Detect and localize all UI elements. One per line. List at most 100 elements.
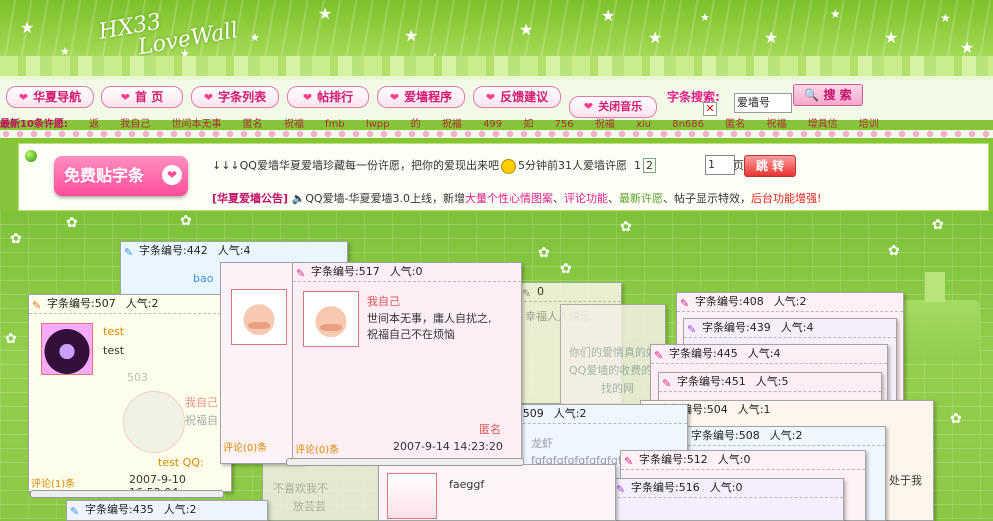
search-icon: 🔍: [804, 88, 820, 102]
nav-home[interactable]: ❤ 首 页: [101, 86, 183, 108]
star-icon: ★: [20, 18, 35, 37]
note-footer: test QQ:: [158, 456, 204, 469]
ticker-label: 最新10条许愿:: [0, 119, 68, 130]
page-unit: 页: [733, 159, 744, 172]
green-dot-icon: [25, 150, 37, 162]
nav-label: 帖排行: [317, 90, 354, 104]
ticker-item[interactable]: 祝福: [595, 119, 615, 130]
flower-icon: ✿: [932, 217, 944, 233]
id-prefix: 字条编号:: [695, 295, 743, 308]
perfume-avatar: [41, 323, 93, 375]
ticker-item[interactable]: lwpp: [366, 119, 390, 130]
pop-prefix: 人气:: [389, 265, 416, 278]
note-signature: 匿名: [479, 423, 501, 436]
ticker-item[interactable]: 如: [523, 119, 533, 130]
baby-avatar: [303, 291, 359, 347]
ticker-item[interactable]: 8n686: [672, 119, 704, 130]
ticker-item[interactable]: 756: [555, 119, 574, 130]
note-pop: 2: [579, 407, 587, 420]
note-id: 508: [738, 429, 760, 442]
note-card[interactable]: ✎ 字条编号:435 人气:2: [66, 500, 268, 521]
nav-wall-program[interactable]: ❤ 爱墙程序: [377, 86, 465, 108]
ticker-item[interactable]: 的: [411, 119, 421, 130]
note-pop: 2: [151, 297, 159, 310]
flower-icon: ✿: [888, 243, 900, 259]
note-card[interactable]: 评论(0)条: [220, 262, 302, 464]
page-input[interactable]: 1: [705, 155, 735, 175]
id-prefix: 字条编号:: [311, 265, 359, 278]
free-post-button[interactable]: 免费贴字条 ❤: [54, 156, 188, 196]
flower-icon: ✿: [10, 231, 22, 247]
page-link[interactable]: 2: [642, 158, 656, 173]
faded-avatar: [123, 391, 185, 453]
music-label: 关闭音乐: [598, 100, 643, 113]
avatar: [387, 473, 437, 519]
comments-link[interactable]: 评论(0)条: [223, 439, 267, 454]
note-pop: 2: [189, 503, 197, 516]
go-button[interactable]: 跳 转: [744, 155, 796, 177]
comments-link[interactable]: 评论(0)条: [295, 441, 339, 456]
note-card[interactable]: faeggf: [378, 464, 616, 521]
notice-highlight: 最新许愿: [619, 192, 664, 205]
ticker-item[interactable]: 祝福: [766, 119, 786, 130]
star-icon: ★: [940, 11, 951, 25]
note-content: 找的网: [601, 382, 634, 395]
ticker-item[interactable]: 返: [89, 119, 99, 130]
card-header: ✎ 字条编号:507 人气:2: [29, 295, 231, 314]
note-content: faeggf: [449, 478, 485, 491]
notice-highlight: 大量个性心情图案: [465, 192, 554, 205]
ticker-item[interactable]: fmb: [325, 119, 345, 130]
pin-icon: ✎: [624, 455, 634, 468]
card-header: ✎ 字条编号:435 人气:2: [67, 501, 267, 519]
flower-icon: ✿: [538, 245, 550, 261]
card-header: ✎ 字条编号:445 人气:4: [651, 345, 887, 364]
search-input[interactable]: 爱墙号: [734, 93, 792, 113]
pin-icon: ✎: [124, 246, 134, 259]
ticker-item[interactable]: 祝福: [284, 119, 304, 130]
pop-prefix: 人气:: [717, 453, 744, 466]
note-content: 世间本无事，庸人自扰之,: [367, 312, 492, 325]
note-card[interactable]: ✎ 字条编号:507 人气:2 test test 503 我自己 祝福自 test…: [28, 294, 232, 492]
faded-content: 祝福自: [185, 414, 218, 427]
ticker-item[interactable]: 匿名: [243, 119, 263, 130]
nav-label: 字条列表: [218, 90, 267, 104]
nav-note-list[interactable]: ❤ 字条列表: [191, 86, 279, 108]
id-prefix: 字条编号:: [47, 297, 95, 310]
search-button[interactable]: 🔍 搜 索: [793, 84, 863, 106]
pop-prefix: 人气:: [709, 481, 736, 494]
smiley-icon: [500, 158, 516, 174]
notice-highlight: 后台功能增强!: [751, 192, 822, 205]
card-scrollbar[interactable]: [286, 458, 524, 466]
ticker-item[interactable]: 匿名: [725, 119, 745, 130]
pop-prefix: 人气:: [747, 347, 774, 360]
id-prefix: 字条编号:: [669, 347, 717, 360]
pop-prefix: 人气:: [755, 375, 782, 388]
note-id: 435: [132, 503, 154, 516]
ticker-item[interactable]: 499: [483, 119, 502, 130]
notice-tag[interactable]: [华夏爱墙公告]: [212, 192, 288, 205]
note-card[interactable]: ✎ 字条编号:516 人气:0: [612, 478, 844, 521]
card-scrollbar[interactable]: [30, 490, 224, 498]
nav-huaxia-guide[interactable]: ❤ 华夏导航: [6, 86, 94, 108]
nav-ranking[interactable]: ❤ 帖排行: [287, 86, 369, 108]
ticker-item[interactable]: 增具信: [808, 119, 838, 130]
note-card[interactable]: 不喜欢我不 放芸芸: [262, 460, 386, 521]
ticker-item[interactable]: 培训: [859, 119, 879, 130]
close-icon[interactable]: ✕: [703, 102, 717, 116]
note-author: bao: [193, 272, 214, 285]
note-pop: 0: [537, 285, 544, 298]
page-link[interactable]: 1: [634, 159, 641, 172]
flower-icon: ✿: [180, 213, 192, 229]
id-prefix: 字条编号:: [139, 244, 187, 257]
note-card-517[interactable]: ✎ 字条编号:517 人气:0 我自己 世间本无事，庸人自扰之, 祝福自己不在烦恼 …: [292, 262, 522, 460]
id-prefix: 字条编号:: [702, 321, 750, 334]
ticker-item[interactable]: xiu: [636, 119, 651, 130]
ticker-item[interactable]: 世间本无事: [171, 119, 221, 130]
pop-prefix: 人气:: [553, 407, 580, 420]
comments-link[interactable]: 评论(1)条: [31, 475, 75, 490]
ticker-item[interactable]: 祝福: [442, 119, 462, 130]
nav-feedback[interactable]: ❤ 反馈建议: [473, 86, 561, 108]
announce-panel: 免费贴字条 ❤ ↓↓↓QQ爱墙华夏爱墙珍藏每一份许愿，把你的爱现出来吧 5分钟前3…: [18, 143, 989, 211]
ticker-item[interactable]: 我自己: [120, 119, 150, 130]
close-music-button[interactable]: ❤ 关闭音乐: [569, 96, 657, 118]
